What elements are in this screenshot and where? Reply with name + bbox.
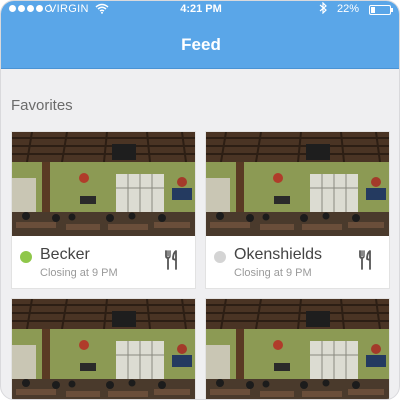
utensils-icon [358, 250, 374, 270]
card-info: Becker Closing at 9 PM [12, 236, 195, 288]
app-header: VIRGIN 4:21 PM 22% Feed [1, 1, 399, 69]
bluetooth-icon [319, 1, 327, 17]
favorite-card-becker[interactable]: Becker Closing at 9 PM [11, 131, 196, 289]
closing-time: Closing at 9 PM [40, 267, 118, 279]
favorite-card-okenshields[interactable]: Okenshields Closing at 9 PM [205, 131, 390, 289]
location-name: Okenshields [234, 246, 323, 263]
battery-icon [369, 5, 393, 15]
closing-time: Closing at 9 PM [234, 267, 312, 279]
phone-screen: VIRGIN 4:21 PM 22% Feed Favorites Becker… [0, 0, 400, 400]
closed-status-indicator [214, 251, 226, 263]
battery-percent: 22% [337, 3, 360, 15]
location-name: Becker [40, 246, 90, 263]
favorites-heading: Favorites [11, 97, 73, 114]
page-title: Feed [181, 35, 221, 54]
status-bar: VIRGIN 4:21 PM 22% [1, 1, 399, 19]
card-info: Okenshields Closing at 9 PM [206, 236, 389, 288]
dining-hall-photo [206, 299, 389, 399]
dining-hall-photo [206, 132, 389, 236]
utensils-icon [164, 250, 180, 270]
dining-hall-photo [12, 132, 195, 236]
open-status-indicator [20, 251, 32, 263]
dining-hall-photo [12, 299, 195, 399]
favorite-card[interactable] [11, 298, 196, 399]
favorite-card[interactable] [205, 298, 390, 399]
